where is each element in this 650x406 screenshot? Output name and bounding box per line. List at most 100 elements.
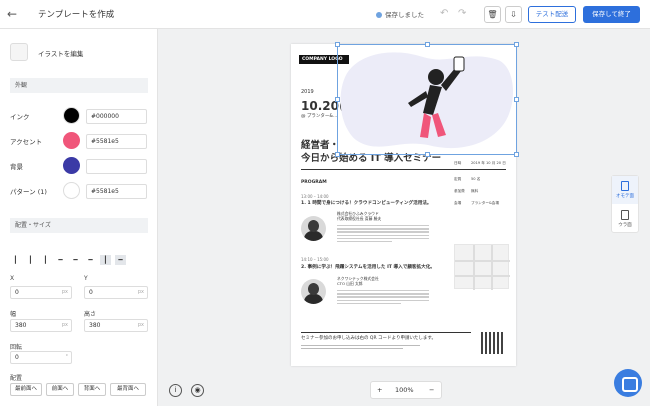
eye-icon[interactable]: ◉ xyxy=(191,384,204,397)
info-capacity-value: 50 名 xyxy=(471,177,481,181)
ink-swatch[interactable] xyxy=(63,107,80,124)
tab-front[interactable]: オモテ面 xyxy=(612,176,638,204)
y-input[interactable]: 0 px xyxy=(84,286,148,299)
align-top-icon[interactable]: ━ xyxy=(55,255,66,265)
download-icon[interactable]: ⇩ xyxy=(505,6,522,23)
bring-to-front-button[interactable]: 最前面へ xyxy=(10,383,42,396)
ink-hex-input[interactable]: #000000 xyxy=(86,109,147,124)
info-venue-value: プランター&会場 xyxy=(471,201,499,205)
page-icon xyxy=(621,210,629,220)
image-icon[interactable] xyxy=(10,43,28,61)
info-capacity-key: 定員 xyxy=(454,177,462,181)
info-venue[interactable]: 会場 プランター&会場 xyxy=(454,201,499,206)
status-dot-icon xyxy=(376,12,382,18)
rotate-unit: ° xyxy=(65,354,69,360)
edit-illustration-link[interactable]: イラストを編集 xyxy=(38,48,83,58)
footer-text[interactable]: セミナー参加のお申し込みは右の QR コードより申請いたします。 xyxy=(301,335,436,341)
width-label: 幅 xyxy=(10,311,17,318)
session2-title[interactable]: 2. 事例に学ぶ！飛躍システムを活用した IT 導入で顧客拡大化。 xyxy=(301,264,435,270)
resize-handle-s[interactable] xyxy=(425,152,430,157)
resize-handle-nw[interactable] xyxy=(335,42,340,47)
arrow-left-icon[interactable]: ← xyxy=(7,7,21,21)
zoom-level: 100% xyxy=(395,386,414,394)
x-value: 0 xyxy=(15,289,19,296)
speaker2-name[interactable]: ネクワシテック株式会社 CTO 山田 太郎 xyxy=(337,276,379,286)
x-label: X xyxy=(10,275,15,282)
width-value: 380 xyxy=(15,322,27,329)
page-title: テンプレートを作成 xyxy=(38,10,115,20)
resize-handle-w[interactable] xyxy=(335,97,340,102)
info-icon[interactable]: i xyxy=(169,384,182,397)
info-fee-key: 参加費 xyxy=(454,189,465,193)
trash-icon[interactable]: 🗑 xyxy=(484,6,501,23)
footer-divider xyxy=(301,332,471,333)
speaker1-name[interactable]: 株式会社ひふみクラウド 代表取締役社長 斎藤 勝夫 xyxy=(337,211,381,221)
background-label: 背景 xyxy=(10,163,23,171)
background-hex-input[interactable] xyxy=(86,159,147,174)
flyer-year[interactable]: 2019 xyxy=(301,89,314,95)
height-value: 380 xyxy=(89,322,101,329)
align-hcenter-icon[interactable]: ┃ xyxy=(25,255,36,265)
info-venue-key: 会場 xyxy=(454,201,462,205)
session2-description[interactable] xyxy=(337,290,429,306)
accent-hex-input[interactable]: #5581e5 xyxy=(86,134,147,149)
redo-icon[interactable]: ↷ xyxy=(458,8,466,19)
illustration-selection[interactable] xyxy=(335,42,519,157)
page-side-tabs: オモテ面 ウラ面 xyxy=(611,175,639,233)
info-fee[interactable]: 参加費 無料 xyxy=(454,189,478,194)
chat-icon[interactable] xyxy=(614,369,642,397)
pattern-hex-input[interactable]: #5581e5 xyxy=(86,184,147,199)
align-right-icon[interactable]: ┃ xyxy=(40,255,51,265)
align-toolbar: ┃ ┃ ┃ ━ ━ ━ ┃ ━ xyxy=(10,247,148,265)
y-unit: px xyxy=(137,289,144,295)
tab-back[interactable]: ウラ面 xyxy=(612,205,638,233)
qr-code[interactable] xyxy=(481,332,503,354)
test-send-button[interactable]: テスト配送 xyxy=(528,6,576,23)
pattern-label: パターン (1) xyxy=(10,188,47,196)
height-input[interactable]: 380 px xyxy=(84,319,148,332)
layout-section-header: 配置・サイズ xyxy=(10,218,148,233)
x-unit: px xyxy=(61,289,68,295)
properties-panel: イラストを編集 外観 インク #000000 アクセント #5581e5 背景 … xyxy=(0,29,158,406)
speaker1-avatar[interactable] xyxy=(301,216,326,241)
x-input[interactable]: 0 px xyxy=(10,286,72,299)
distribute-h-icon[interactable]: ┃ xyxy=(100,255,111,265)
resize-handle-se[interactable] xyxy=(514,152,519,157)
distribute-v-icon[interactable]: ━ xyxy=(115,255,126,265)
align-vcenter-icon[interactable]: ━ xyxy=(70,255,81,265)
footer-notes[interactable] xyxy=(301,345,471,351)
speaker2-avatar[interactable] xyxy=(301,279,326,304)
program-heading[interactable]: PROGRAM xyxy=(301,180,327,185)
info-date[interactable]: 日時 2019 年 10 月 20 日 xyxy=(454,161,506,166)
width-input[interactable]: 380 px xyxy=(10,319,72,332)
send-backward-button[interactable]: 背面へ xyxy=(78,383,106,396)
height-unit: px xyxy=(137,322,144,328)
resize-handle-ne[interactable] xyxy=(514,42,519,47)
save-finish-button[interactable]: 保存して終了 xyxy=(583,6,640,23)
session1-title[interactable]: 1. 1 時間で身につける！クラウドコンピューティング活用法。 xyxy=(301,200,432,206)
send-to-back-button[interactable]: 最背面へ xyxy=(110,383,146,396)
info-capacity[interactable]: 定員 50 名 xyxy=(454,177,480,182)
flyer-place[interactable]: @ プランター&... xyxy=(301,113,337,119)
background-swatch[interactable] xyxy=(63,157,80,174)
zoom-in-button[interactable]: + xyxy=(377,382,382,398)
bring-forward-button[interactable]: 前面へ xyxy=(46,383,74,396)
session2-time[interactable]: 14:10 – 15:00 xyxy=(301,257,329,262)
session1-description[interactable] xyxy=(337,225,429,244)
session1-time[interactable]: 13:00 – 14:00 xyxy=(301,194,329,199)
undo-icon[interactable]: ↶ xyxy=(440,8,448,19)
resize-handle-e[interactable] xyxy=(514,97,519,102)
accent-label: アクセント xyxy=(10,138,43,146)
rotate-input[interactable]: 0 ° xyxy=(10,351,72,364)
y-value: 0 xyxy=(89,289,93,296)
align-left-icon[interactable]: ┃ xyxy=(10,255,21,265)
accent-swatch[interactable] xyxy=(63,132,80,149)
resize-handle-n[interactable] xyxy=(425,42,430,47)
resize-handle-sw[interactable] xyxy=(335,152,340,157)
venue-map[interactable] xyxy=(454,244,510,290)
info-date-key: 日時 xyxy=(454,161,462,165)
zoom-out-button[interactable]: − xyxy=(429,382,434,398)
pattern-swatch[interactable] xyxy=(63,182,80,199)
align-bottom-icon[interactable]: ━ xyxy=(85,255,96,265)
editor-canvas: COMPANY LOGO 2019 10.20(日) @ プランター&... 経… xyxy=(158,29,610,406)
